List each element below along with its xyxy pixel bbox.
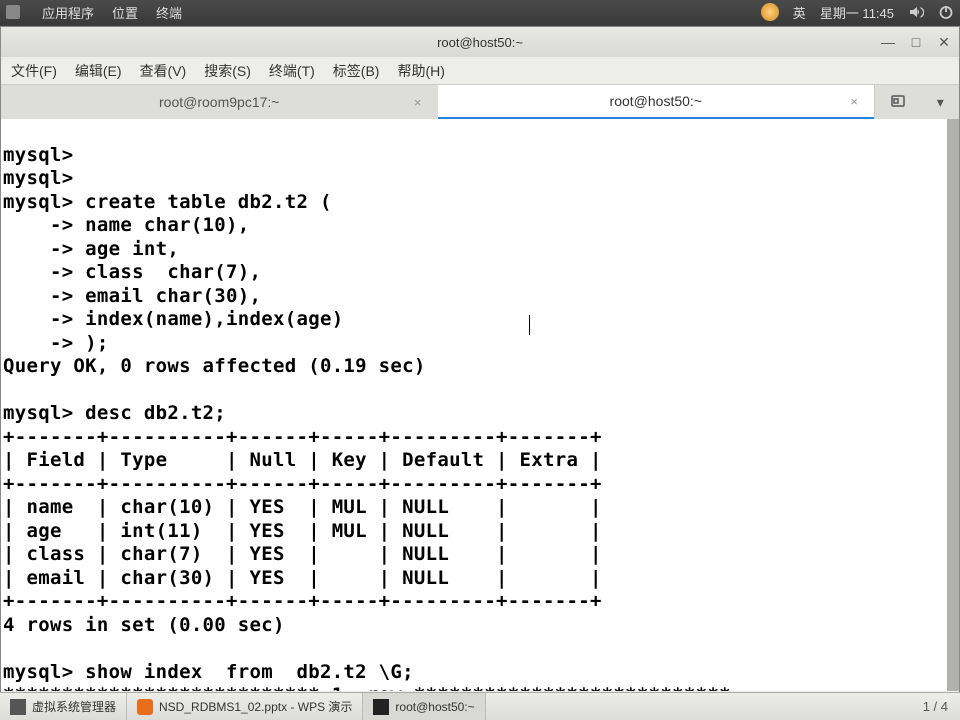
terminal-window: root@host50:~ — □ ✕ 文件(F) 编辑(E) 查看(V) 搜索… xyxy=(0,26,960,696)
new-tab-icon[interactable] xyxy=(890,93,906,112)
tab-close-icon[interactable]: × xyxy=(850,94,858,109)
terminal-line: | Field | Type | Null | Key | Default | … xyxy=(3,449,602,471)
terminal-line: mysql> xyxy=(3,144,73,166)
terminal-line: +-------+----------+------+-----+-------… xyxy=(3,590,602,612)
top-panel: 应用程序 位置 终端 英 星期一 11:45 xyxy=(0,0,960,24)
workspace-pager[interactable]: 1 / 4 xyxy=(911,699,960,714)
menu-search[interactable]: 搜索(S) xyxy=(200,59,255,83)
menu-edit[interactable]: 编辑(E) xyxy=(71,59,126,83)
menu-file[interactable]: 文件(F) xyxy=(7,59,61,83)
terminal-line: +-------+----------+------+-----+-------… xyxy=(3,426,602,448)
maximize-button[interactable]: □ xyxy=(907,33,925,51)
terminal-line: -> index(name),index(age) xyxy=(3,308,343,330)
terminal-line: mysql> xyxy=(3,167,73,189)
terminal-line: -> age int, xyxy=(3,238,179,260)
close-button[interactable]: ✕ xyxy=(935,33,953,51)
text-cursor xyxy=(529,315,530,335)
task-label: root@host50:~ xyxy=(395,700,474,714)
power-icon[interactable] xyxy=(938,4,954,20)
tab-room9pc17[interactable]: root@room9pc17:~ × xyxy=(1,85,438,119)
task-virt-manager[interactable]: 虚拟系统管理器 xyxy=(0,693,127,720)
terminal-line: mysql> desc db2.t2; xyxy=(3,402,226,424)
menu-terminal[interactable]: 终端(T) xyxy=(265,59,319,83)
scrollbar[interactable] xyxy=(947,119,959,691)
menubar: 文件(F) 编辑(E) 查看(V) 搜索(S) 终端(T) 标签(B) 帮助(H… xyxy=(1,57,959,85)
terminal-line: mysql> create table db2.t2 ( xyxy=(3,191,332,213)
task-wps[interactable]: NSD_RDBMS1_02.pptx - WPS 演示 xyxy=(127,693,363,720)
tab-extras: ▾ xyxy=(874,85,959,119)
menu-applications[interactable]: 应用程序 xyxy=(42,3,94,22)
tab-label: root@host50:~ xyxy=(610,93,702,109)
terminal-line: *************************** 1. row *****… xyxy=(3,684,731,691)
terminal-line: -> name char(10), xyxy=(3,214,250,236)
menu-view[interactable]: 查看(V) xyxy=(136,59,191,83)
terminal-line: | email | char(30) | YES | | NULL | | xyxy=(3,567,602,589)
scroll-thumb[interactable] xyxy=(947,119,959,691)
terminal-line: -> ); xyxy=(3,332,109,354)
menu-help[interactable]: 帮助(H) xyxy=(393,59,448,83)
bottom-panel: 虚拟系统管理器 NSD_RDBMS1_02.pptx - WPS 演示 root… xyxy=(0,692,960,720)
task-label: NSD_RDBMS1_02.pptx - WPS 演示 xyxy=(159,698,352,715)
titlebar[interactable]: root@host50:~ — □ ✕ xyxy=(1,27,959,57)
terminal-line: | class | char(7) | YES | | NULL | | xyxy=(3,543,602,565)
menu-terminal[interactable]: 终端 xyxy=(156,3,182,22)
minimize-button[interactable]: — xyxy=(879,33,897,51)
terminal-line: -> class char(7), xyxy=(3,261,261,283)
terminal-area[interactable]: mysql> mysql> mysql> create table db2.t2… xyxy=(1,119,959,691)
menu-tabs[interactable]: 标签(B) xyxy=(329,59,384,83)
menu-places[interactable]: 位置 xyxy=(112,3,138,22)
wps-icon xyxy=(137,699,153,715)
vm-icon xyxy=(10,699,26,715)
task-label: 虚拟系统管理器 xyxy=(32,698,116,715)
terminal-line: Query OK, 0 rows affected (0.19 sec) xyxy=(3,355,426,377)
volume-icon[interactable] xyxy=(908,4,924,20)
terminal-line: 4 rows in set (0.00 sec) xyxy=(3,614,285,636)
task-terminal[interactable]: root@host50:~ xyxy=(363,693,485,720)
terminal-line: +-------+----------+------+-----+-------… xyxy=(3,473,602,495)
activities-icon[interactable] xyxy=(6,5,20,19)
clock[interactable]: 星期一 11:45 xyxy=(820,3,894,22)
ime-icon[interactable] xyxy=(761,3,779,21)
tab-label: root@room9pc17:~ xyxy=(159,94,279,110)
tab-menu-chevron-icon[interactable]: ▾ xyxy=(937,94,944,111)
tab-close-icon[interactable]: × xyxy=(414,95,422,110)
ime-lang[interactable]: 英 xyxy=(793,3,806,22)
window-title: root@host50:~ xyxy=(437,35,523,50)
terminal-line: | age | int(11) | YES | MUL | NULL | | xyxy=(3,520,602,542)
tab-host50[interactable]: root@host50:~ × xyxy=(438,85,875,119)
terminal-line: -> email char(30), xyxy=(3,285,261,307)
terminal-line: | name | char(10) | YES | MUL | NULL | | xyxy=(3,496,602,518)
tabbar: root@room9pc17:~ × root@host50:~ × ▾ xyxy=(1,85,959,119)
terminal-line: mysql> show index from db2.t2 \G; xyxy=(3,661,414,683)
terminal-icon xyxy=(373,699,389,715)
